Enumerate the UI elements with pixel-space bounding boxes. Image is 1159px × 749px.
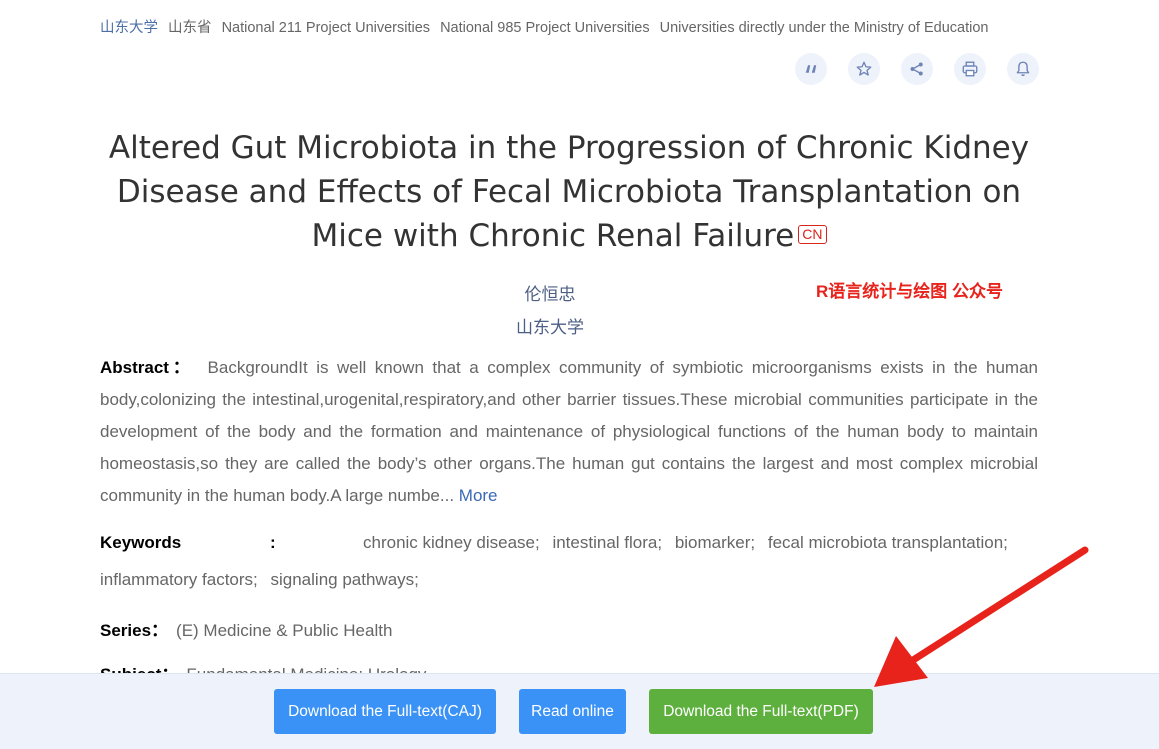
tag-985: National 985 Project Universities (440, 20, 650, 36)
keywords-colon: : (270, 533, 276, 552)
quote-icon (805, 65, 817, 73)
abstract-section: Abstract： BackgroundIt is well known that… (100, 352, 1038, 512)
watermark-text: R语言统计与绘图 公众号 (816, 282, 1003, 301)
favorite-button[interactable] (848, 53, 880, 85)
cite-button[interactable] (795, 53, 827, 85)
keywords-label: Keywords (100, 533, 182, 552)
article-title: Altered Gut Microbiota in the Progressio… (90, 126, 1048, 258)
keyword-link[interactable]: signaling pathways; (271, 570, 419, 589)
article-title-text: Altered Gut Microbiota in the Progressio… (108, 130, 1030, 254)
star-icon (856, 61, 872, 76)
download-caj-button[interactable]: Download the Full-text(CAJ) (274, 689, 496, 734)
language-badge: CN (798, 225, 827, 244)
series-value[interactable]: (E) Medicine & Public Health (176, 621, 392, 640)
more-link[interactable]: More (459, 486, 498, 505)
keyword-link[interactable]: biomarker; (675, 533, 755, 552)
share-icon (910, 62, 923, 76)
series-label: Series： (100, 621, 169, 640)
alert-button[interactable] (1007, 53, 1039, 85)
abstract-label: Abstract： (100, 358, 194, 377)
keyword-link[interactable]: fecal microbiota transplantation; (768, 533, 1008, 552)
abstract-text: BackgroundIt is well known that a comple… (100, 358, 1039, 505)
keywords-section: Keywords: chronic kidney disease; intesti… (100, 524, 1050, 598)
tag-province: 山东省 (168, 20, 212, 36)
tag-ministry: Universities directly under the Ministry… (659, 20, 989, 36)
tag-university[interactable]: 山东大学 (100, 20, 158, 36)
download-pdf-button[interactable]: Download the Full-text(PDF) (649, 689, 873, 734)
author-affiliation[interactable]: 山东大学 (0, 313, 1100, 338)
download-bar: Download the Full-text(CAJ) Read online … (0, 673, 1159, 749)
print-button[interactable] (954, 53, 986, 85)
keyword-link[interactable]: chronic kidney disease; (363, 533, 540, 552)
keyword-link[interactable]: intestinal flora; (552, 533, 662, 552)
share-button[interactable] (901, 53, 933, 85)
article-actions (795, 53, 1039, 85)
read-online-button[interactable]: Read online (519, 689, 626, 734)
keyword-link[interactable]: inflammatory factors; (100, 570, 258, 589)
print-icon (962, 61, 978, 77)
institution-tags: 山东大学 山东省 National 211 Project Universiti… (100, 16, 994, 37)
tag-211: National 211 Project Universities (221, 20, 431, 36)
series-row: Series： (E) Medicine & Public Health (100, 616, 392, 641)
bell-icon (1016, 61, 1030, 77)
